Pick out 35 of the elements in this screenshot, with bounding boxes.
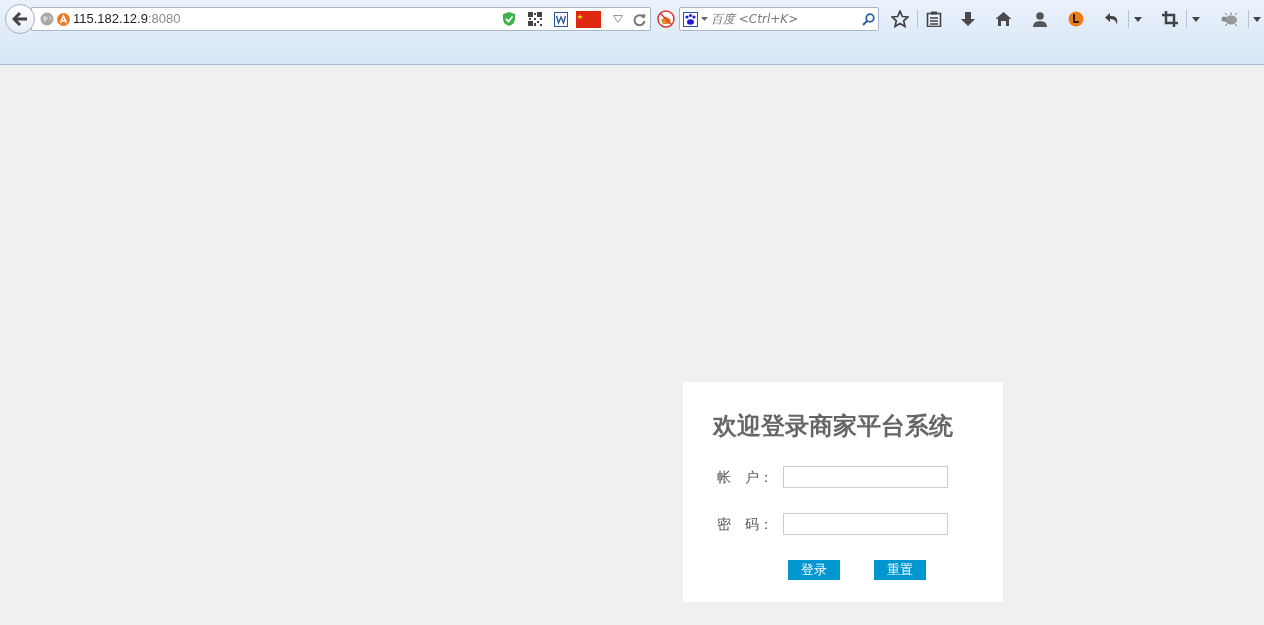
field-label: 帐 户： xyxy=(716,467,774,487)
login-button[interactable]: 登录 xyxy=(788,560,840,580)
person-icon[interactable] xyxy=(1032,11,1048,27)
url-text[interactable]: 115.182.12.9:8080 xyxy=(73,9,181,29)
letter-l-logo-icon[interactable] xyxy=(1068,11,1084,27)
search-bar[interactable]: 百度 <Ctrl+K> xyxy=(679,7,879,31)
globe-icon xyxy=(40,12,54,26)
account-field[interactable] xyxy=(783,466,948,488)
password-field[interactable] xyxy=(783,513,948,535)
star-icon[interactable] xyxy=(891,10,909,28)
caret-icon[interactable] xyxy=(1192,16,1200,22)
undo-icon[interactable] xyxy=(1104,12,1120,26)
crop-icon[interactable] xyxy=(1162,11,1178,27)
back-arrow-icon xyxy=(12,12,28,26)
caret-icon[interactable] xyxy=(701,17,708,21)
qr-code-icon[interactable] xyxy=(528,12,542,26)
clipboard-icon[interactable] xyxy=(926,11,942,27)
dropdown-triangle-icon[interactable] xyxy=(613,15,623,23)
bug-icon[interactable] xyxy=(1220,12,1240,26)
no-basket-icon[interactable] xyxy=(657,10,675,28)
search-icon[interactable] xyxy=(862,12,875,26)
word-document-icon[interactable] xyxy=(554,11,568,27)
home-icon[interactable] xyxy=(995,11,1012,27)
caret-icon[interactable] xyxy=(1253,16,1261,22)
flag-icon[interactable] xyxy=(576,10,601,28)
letter-a-icon xyxy=(57,12,70,26)
reload-icon[interactable] xyxy=(633,12,646,26)
reset-button[interactable]: 重置 xyxy=(874,560,926,580)
field-label: 密 码： xyxy=(716,514,774,534)
shield-check-icon[interactable] xyxy=(502,11,516,27)
paw-icon[interactable] xyxy=(683,11,698,27)
back-button[interactable] xyxy=(5,4,35,34)
caret-icon[interactable] xyxy=(1134,16,1142,22)
login-title: 欢迎登录商家平台系统 xyxy=(713,411,954,442)
download-icon[interactable] xyxy=(960,11,976,27)
